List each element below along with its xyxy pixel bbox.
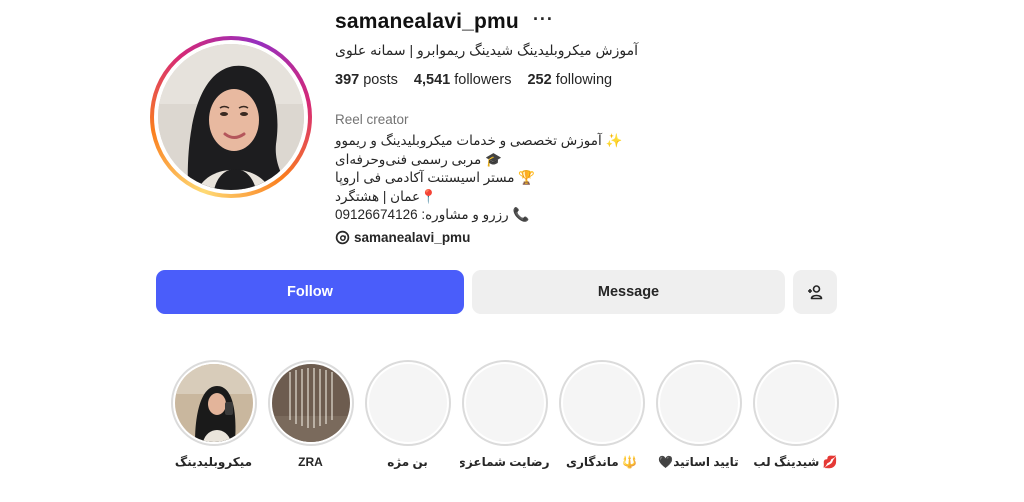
bio-line: مربی رسمی فنی‌وحرفه‌ای 🎓 [335,151,620,170]
posts-label: posts [363,72,398,88]
following-count: 252 [527,72,552,88]
bio-line: عمان | هشتگرد📍 [335,188,620,207]
avatar-photo [158,44,304,190]
message-button[interactable]: Message [472,270,785,314]
highlight-item[interactable]: 💋 شیدینگ لب [747,360,844,469]
threads-icon [335,230,350,245]
highlight-cover [271,364,350,442]
highlight-item[interactable]: تایید اساتید🖤 [650,360,747,469]
posts-stat: 397 posts [335,72,398,88]
highlight-cover [659,364,738,442]
highlight-label: 💋 شیدینگ لب [753,455,838,469]
highlight-ring [655,360,742,446]
highlight-label: تایید اساتید🖤 [658,455,739,469]
highlight-item[interactable]: رضایت شماعزی... [456,360,553,469]
bio-line: مستر اسیستنت آکادمی فی اروپا 🏆 [335,169,620,188]
posts-count: 397 [335,72,360,88]
pin-icon: 📍 [420,188,437,204]
trophy-icon: 🏆 [518,170,536,186]
highlight-item[interactable]: 🔱 ماندگاری [553,360,650,469]
profile-avatar-ring[interactable] [150,36,312,198]
bio-text: مربی رسمی فنی‌وحرفه‌ای [335,151,482,167]
avatar-gap [154,40,308,194]
graduation-cap-icon: 🎓 [484,151,502,167]
highlight-label: رضایت شماعزی... [459,455,550,469]
highlight-label: 🔱 ماندگاری [565,455,638,469]
bio-text: مستر اسیستنت آکادمی فی اروپا [335,170,515,186]
highlight-cover [756,364,835,442]
highlight-ring [558,360,645,446]
bio-text: آموزش تخصصی و خدمات میکروبلیدینگ و ریموو [335,133,602,148]
followers-count: 4,541 [413,72,451,88]
highlight-photo [271,364,350,442]
profile-username: samanealavi_pmu [335,10,519,33]
bio-line: رزرو و مشاوره: 09126674126 📞 [335,206,620,225]
story-highlights: میکروبلیدینگ ZRA بن مژه رضایت شماعزی 🔱 م… [165,360,845,469]
add-person-icon [808,285,823,300]
bio-text: عمان | هشتگرد [335,188,421,204]
highlight-ring [364,360,451,446]
profile-stats: 397 posts 4,541 followers 252 following [335,72,612,88]
sparkles-icon: ✨ [605,133,623,148]
highlight-label: ZRA [298,455,323,469]
following-label: following [555,72,613,88]
highlight-cover [174,364,253,442]
follow-button[interactable]: Follow [156,270,464,314]
bio-text: رزرو و مشاوره: 09126674126 [335,207,509,223]
highlight-label: بن مژه [387,455,428,469]
following-stat[interactable]: 252 following [527,72,612,88]
highlight-ring [170,360,257,446]
highlight-item[interactable]: میکروبلیدینگ [165,360,262,469]
highlight-label: میکروبلیدینگ [174,455,253,469]
highlight-ring [267,360,354,446]
highlight-item[interactable]: بن مژه [359,360,456,469]
highlight-cover [562,364,641,442]
profile-header: samanealavi_pmu ··· [335,10,554,34]
followers-stat[interactable]: 4,541 followers [414,72,512,88]
threads-link[interactable]: samanealavi_pmu [335,230,470,245]
suggested-users-button[interactable] [793,270,837,314]
highlight-ring [461,360,548,446]
highlight-ring [752,360,839,446]
highlight-cover [465,364,544,442]
profile-bio: آموزش تخصصی و خدمات میکروبلیدینگ و ریموو… [335,132,623,225]
followers-label: followers [454,72,512,88]
highlight-photo [174,364,253,442]
highlight-item[interactable]: ZRA [262,360,359,469]
profile-avatar[interactable] [158,44,304,190]
phone-icon: 📞 [512,207,530,223]
profile-category: Reel creator [335,112,409,127]
more-options-icon[interactable]: ··· [533,10,554,28]
bio-line: آموزش تخصصی و خدمات میکروبلیدینگ و ریموو… [335,132,623,151]
highlight-cover [368,364,447,442]
profile-full-name: آموزش میکروبلیدینگ شیدینگ ریموابرو | سما… [335,42,639,58]
threads-handle: samanealavi_pmu [354,230,471,245]
